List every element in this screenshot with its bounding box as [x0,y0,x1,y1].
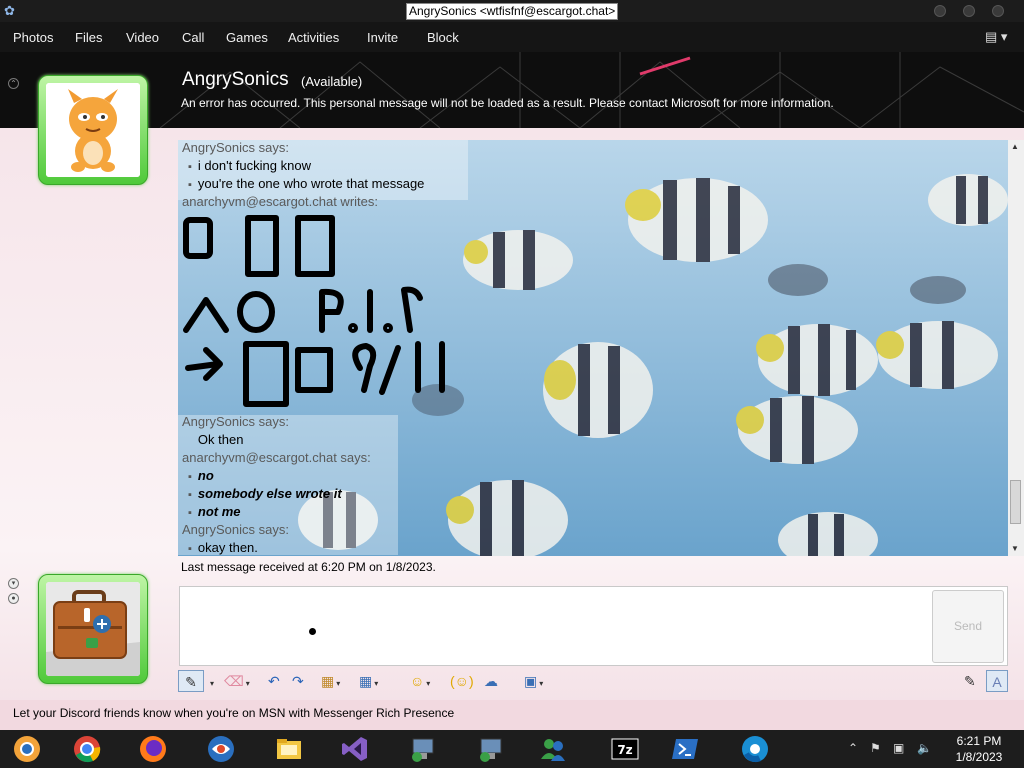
network-icon[interactable]: ▣ [893,741,904,755]
webcam-icon[interactable]: ● [8,593,19,604]
handwriting-mode-icon[interactable]: ✎ [964,670,976,692]
eraser-icon[interactable]: ⌫ ▾ [224,670,250,692]
svg-text:7z: 7z [617,743,632,757]
side-controls: ▾ ● [8,578,19,608]
firefox-icon[interactable] [128,732,178,766]
menu-activities[interactable]: Activities [288,30,339,45]
volume-icon[interactable]: 🔈 [917,741,932,755]
ad-text[interactable]: Let your Discord friends know when you'r… [13,706,454,720]
contact-name: AngrySonics [182,69,289,90]
network-setup-icon[interactable] [398,732,448,766]
chrome-icon[interactable] [62,732,112,766]
menu-video[interactable]: Video [126,30,159,45]
header-pattern [159,52,1024,128]
message-line: ▪ i don't fucking know [188,158,311,173]
conversation-scrollbar[interactable]: ▲ ▼ [1008,140,1024,556]
powershell-icon[interactable] [660,732,710,766]
collapse-header-icon[interactable]: ⌃ [8,78,19,89]
grid-size-icon[interactable]: ▦ ▾ [359,670,378,692]
msn-icon[interactable] [196,732,246,766]
close-button[interactable] [992,5,1004,17]
title-bar[interactable]: ✿ AngrySonics <wtfisfnf@escargot.chat> [0,0,1024,22]
clock-date: 1/8/2023 [955,750,1003,764]
action-center-flag-icon[interactable]: ⚑ [870,741,881,755]
message-line: ▪ not me [188,504,241,519]
menu-games[interactable]: Games [226,30,268,45]
message-input[interactable] [179,586,1008,666]
menu-bar: Photos Files Video Call Games Activities… [0,22,1024,52]
7zip-icon[interactable]: 7z [600,732,650,766]
scroll-thumb[interactable] [1010,480,1021,524]
contact-status: (Available) [301,74,363,89]
menu-block[interactable]: Block [427,30,459,45]
menu-invite[interactable]: Invite [367,30,398,45]
handwriting-pen-icon[interactable]: ✎ [178,670,204,692]
contact-avatar-image [46,83,140,177]
emoticon-icon[interactable]: ☺ ▾ [410,670,430,692]
sender-line: anarchyvm@escargot.chat says: [182,450,371,465]
wink-icon[interactable]: (☺) [450,670,474,692]
chrome-canary-icon[interactable] [2,732,52,766]
sender-line: AngrySonics says: [182,140,289,155]
background-picker-icon[interactable]: ▣ ▾ [524,670,543,692]
mouse-cursor [309,628,316,635]
messenger-people-icon[interactable] [528,732,578,766]
message-line: ▪ no [188,468,214,483]
clock-time: 6:21 PM [956,734,1002,748]
conversation-history[interactable]: AngrySonics says: ▪ i don't fucking know … [178,140,1008,556]
sender-line: AngrySonics says: [182,522,289,537]
menu-photos[interactable]: Photos [13,30,53,45]
maximize-button[interactable] [963,5,975,17]
message-line: ▪ okay then. [188,540,258,555]
color-grid-icon[interactable]: ▦ ▾ [321,670,340,692]
menu-files[interactable]: Files [75,30,102,45]
menu-call[interactable]: Call [182,30,204,45]
personal-message: An error has occurred. This personal mes… [181,96,834,110]
contact-header: ⌃ AngrySonics (Available) An error has o… [0,52,1024,128]
undo-icon[interactable]: ↶ [268,670,280,692]
message-line: ▪Ok then [197,432,244,447]
sender-line: AngrySonics says: [182,414,289,429]
redo-icon[interactable]: ↷ [292,670,304,692]
network-setup-icon-2[interactable] [466,732,516,766]
expand-icon[interactable]: ▾ [8,578,19,589]
window-title: AngrySonics <wtfisfnf@escargot.chat> [406,3,619,20]
system-clock[interactable]: 6:21 PM 1/8/2023 [944,733,1014,765]
last-message-info: Last message received at 6:20 PM on 1/8/… [181,560,436,574]
scroll-down-icon[interactable]: ▼ [1011,544,1019,553]
layout-menu-icon[interactable]: ▤ ▾ [985,29,1007,45]
ad-banner[interactable]: Let your Discord friends know when you'r… [0,700,1024,730]
taskbar: 7z ⌃ ⚑ ▣ 🔈 6:21 PM 1/8/2023 [0,730,1024,768]
message-line: ▪ you're the one who wrote that message [188,176,425,191]
file-explorer-icon[interactable] [264,732,314,766]
scroll-up-icon[interactable]: ▲ [1011,142,1019,151]
pen-options-dropdown[interactable]: ▾ [208,670,214,692]
message-line: ▪ somebody else wrote it [188,486,342,501]
text-mode-icon[interactable]: A [986,670,1008,692]
send-button[interactable]: Send [932,590,1004,663]
sender-line: anarchyvm@escargot.chat writes: [182,194,378,209]
user-avatar[interactable] [38,574,148,684]
visual-studio-icon[interactable] [330,732,380,766]
chrome-beta-icon[interactable] [730,732,780,766]
show-hidden-icons-icon[interactable]: ⌃ [848,741,858,755]
minimize-button[interactable] [934,5,946,17]
nudge-icon[interactable]: ☁ [484,670,498,692]
msn-messenger-icon: ✿ [4,3,15,18]
user-avatar-image [46,582,140,676]
compose-toolbar: ✎ ▾ ⌫ ▾ ↶ ↷ ▦ ▾ ▦ ▾ ☺ ▾ (☺) ☁ ▣ ▾ ✎ A [178,668,1008,694]
contact-avatar[interactable] [38,75,148,185]
